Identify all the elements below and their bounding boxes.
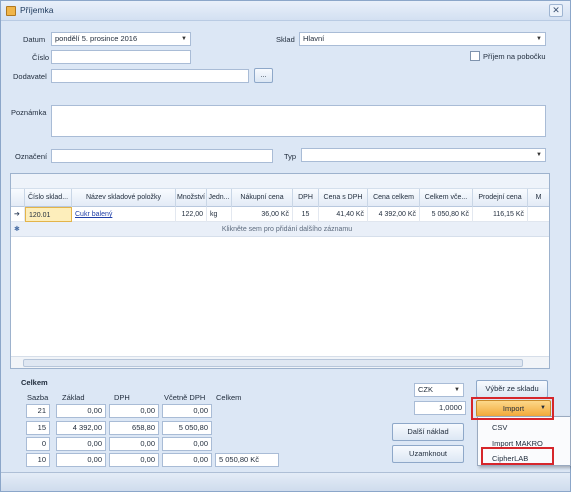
cell-prodejni-cena[interactable]: 116,15 Kč	[473, 207, 528, 222]
celkem-total-field[interactable]: 5 050,80 Kč	[215, 453, 279, 467]
datum-value: pondělí 5. prosince 2016	[55, 34, 138, 43]
menu-item-csv[interactable]: CSV	[492, 423, 507, 432]
cell-nakupni-cena[interactable]: 36,00 Kč	[232, 207, 293, 222]
app-icon	[6, 6, 16, 16]
uzamknout-button[interactable]: Uzamknout	[392, 445, 464, 463]
poznamka-input[interactable]	[51, 105, 546, 137]
dph-field[interactable]: 658,80	[109, 421, 159, 435]
table-row[interactable]: ➔ 120.01 Cukr balený 122,00 kg 36,00 Kč …	[11, 207, 549, 222]
chevron-down-icon[interactable]: ▼	[534, 150, 544, 160]
sklad-label: Sklad	[276, 35, 295, 44]
dph-field[interactable]: 0,00	[109, 404, 159, 418]
sklad-select[interactable]: Hlavní ▼	[299, 32, 546, 46]
bottom-bar	[1, 472, 570, 491]
exchange-rate-input[interactable]: 1,0000	[414, 401, 466, 415]
window-title: Příjemka	[20, 5, 54, 15]
sazba-field[interactable]: 21	[26, 404, 50, 418]
cell-celkem-vcetne[interactable]: 5 050,80 Kč	[420, 207, 473, 222]
chevron-down-icon[interactable]: ▼	[534, 34, 544, 44]
summary-header-dph: DPH	[114, 393, 130, 402]
cell-mnozstvi[interactable]: 122,00	[176, 207, 207, 222]
summary-header-zaklad: Základ	[62, 393, 85, 402]
col-header-mnozstvi[interactable]: Množství	[176, 189, 207, 207]
zaklad-field[interactable]: 0,00	[56, 404, 106, 418]
col-header-jednotka[interactable]: Jedn...	[207, 189, 232, 207]
prijem-checkbox[interactable]	[470, 51, 480, 61]
vcetne-dph-field[interactable]: 5 050,80	[162, 421, 212, 435]
new-row-star-icon: ✱	[14, 226, 20, 233]
col-header-cena-s-dph[interactable]: Cena s DPH	[319, 189, 368, 207]
typ-label: Typ	[284, 152, 297, 161]
scrollbar-thumb[interactable]	[23, 359, 523, 367]
cell-jednotka[interactable]: kg	[207, 207, 232, 222]
col-header-cislo[interactable]: Číslo sklad...	[25, 189, 72, 207]
cislo-label: Číslo	[32, 53, 50, 62]
grid-header: Číslo sklad... Název skladové položky Mn…	[11, 189, 549, 207]
currency-select[interactable]: CZK ▼	[414, 383, 464, 397]
col-header-m[interactable]: M	[528, 189, 549, 207]
cell-m[interactable]	[528, 207, 549, 222]
new-row-text: Klikněte sem pro přidání dalšího záznamu	[221, 226, 353, 233]
vcetne-dph-field[interactable]: 0,00	[162, 437, 212, 451]
cell-cena-s-dph[interactable]: 41,40 Kč	[319, 207, 368, 222]
sazba-field[interactable]: 10	[26, 453, 50, 467]
col-header-nazev[interactable]: Název skladové položky	[72, 189, 176, 207]
prijem-label: Příjem na pobočku	[483, 52, 546, 61]
zaklad-field[interactable]: 0,00	[56, 453, 106, 467]
vcetne-dph-field[interactable]: 0,00	[162, 404, 212, 418]
grid-group-panel	[11, 174, 549, 189]
chevron-down-icon[interactable]: ▼	[452, 385, 462, 395]
col-header-nakupni-cena[interactable]: Nákupní cena	[232, 189, 293, 207]
summary-title: Celkem	[21, 378, 48, 387]
typ-select[interactable]: ▼	[301, 148, 546, 162]
items-grid[interactable]: Číslo sklad... Název skladové položky Mn…	[10, 173, 550, 369]
dodavatel-input[interactable]	[51, 69, 249, 83]
cipherlab-highlight-box	[481, 447, 554, 465]
prijemka-window: Příjemka ✕ Datum pondělí 5. prosince 201…	[0, 0, 571, 492]
zaklad-field[interactable]: 4 392,00	[56, 421, 106, 435]
sazba-field[interactable]: 0	[26, 437, 50, 451]
vyber-ze-skladu-button[interactable]: Výběr ze skladu	[476, 380, 548, 398]
dalsi-naklad-button[interactable]: Další náklad	[392, 423, 464, 441]
datum-label: Datum	[23, 35, 46, 44]
col-header-cena-celkem[interactable]: Cena celkem	[368, 189, 420, 207]
title-bar: Příjemka ✕	[1, 1, 570, 21]
dph-field[interactable]: 0,00	[109, 453, 159, 467]
cell-dph[interactable]: 15	[293, 207, 319, 222]
datum-picker[interactable]: pondělí 5. prosince 2016 ▼	[51, 32, 191, 46]
cell-cena-celkem[interactable]: 4 392,00 Kč	[368, 207, 420, 222]
sklad-value: Hlavní	[303, 34, 325, 43]
oznaceni-label: Označení	[15, 152, 48, 161]
col-header-prodejni-cena[interactable]: Prodejní cena	[473, 189, 528, 207]
import-highlight-box	[471, 397, 554, 420]
close-button[interactable]: ✕	[549, 4, 563, 17]
dph-field[interactable]: 0,00	[109, 437, 159, 451]
chevron-down-icon[interactable]: ▼	[179, 34, 189, 44]
dodavatel-label: Dodavatel	[13, 72, 47, 81]
zaklad-field[interactable]: 0,00	[56, 437, 106, 451]
currency-value: CZK	[418, 385, 433, 394]
cislo-input[interactable]	[51, 50, 191, 64]
row-indicator: ➔	[11, 207, 25, 222]
new-row[interactable]: ✱ Klikněte sem pro přidání dalšího zázna…	[11, 222, 549, 237]
horizontal-scrollbar[interactable]	[11, 356, 549, 368]
summary-header-vcetne: Včetně DPH	[164, 393, 206, 402]
sazba-field[interactable]: 15	[26, 421, 50, 435]
summary-header-celkem: Celkem	[216, 393, 242, 402]
grid-header-indicator	[11, 189, 25, 207]
col-header-celkem-vcetne[interactable]: Celkem vče...	[420, 189, 473, 207]
cell-cislo[interactable]: 120.01	[25, 207, 72, 222]
col-header-dph[interactable]: DPH	[293, 189, 319, 207]
cell-nazev-link[interactable]: Cukr balený	[72, 207, 176, 222]
vcetne-dph-field[interactable]: 0,00	[162, 453, 212, 467]
dodavatel-browse-button[interactable]: ...	[254, 68, 273, 83]
summary-header-sazba: Sazba	[27, 393, 49, 402]
oznaceni-input[interactable]	[51, 149, 273, 163]
poznamka-label: Poznámka	[11, 108, 47, 117]
